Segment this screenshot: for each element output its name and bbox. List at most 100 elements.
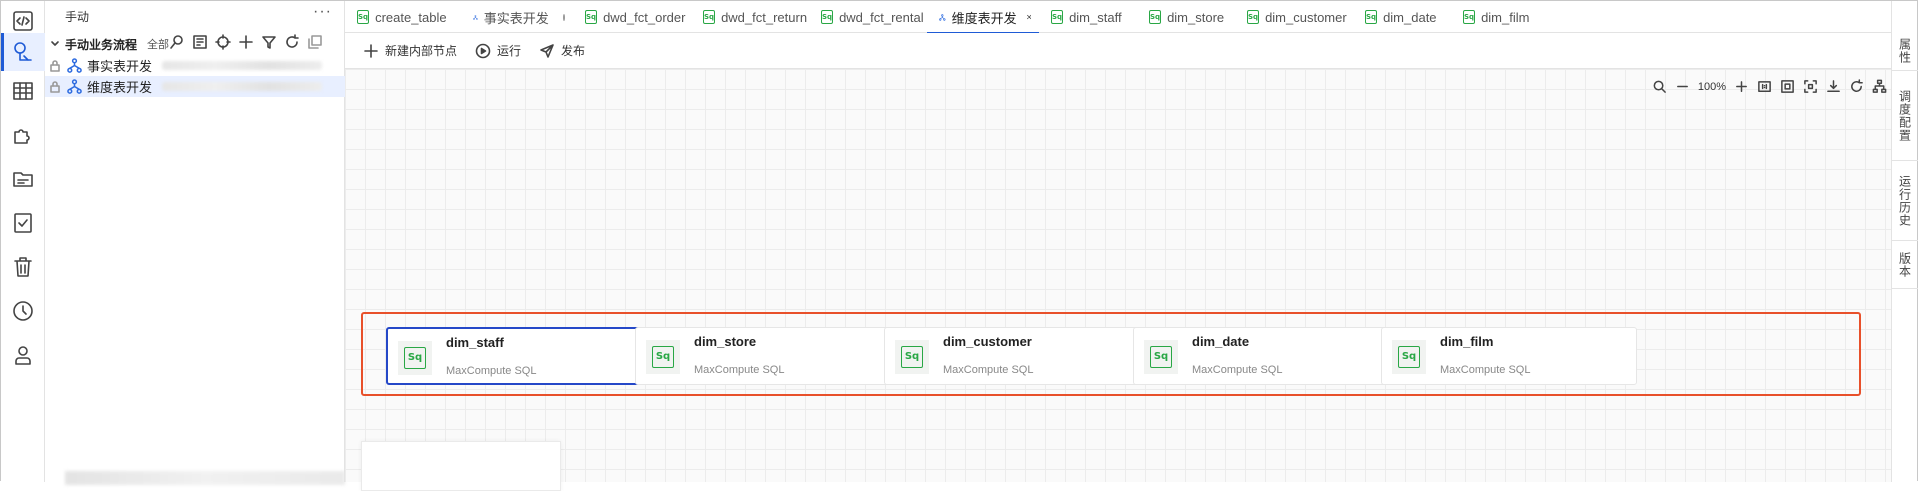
run-button[interactable]: 运行 [475,42,521,59]
zoom-out-icon[interactable] [1675,79,1690,94]
activity-rail [1,1,45,482]
sidebar-title: 手动 [65,10,90,24]
tab-run-history[interactable]: 运行历史 [1892,161,1918,241]
table-icon[interactable] [1,71,45,111]
refresh-icon[interactable] [284,34,300,50]
workflow-icon [939,13,946,21]
tab-5[interactable]: 维度表开发 [927,1,1039,34]
tab-versions-label: 版本 [1897,251,1912,278]
node-icon-box: Sq [1144,340,1178,374]
sql-file-icon: Sq [1051,10,1064,24]
fullscreen-icon[interactable] [1803,79,1818,94]
new-internal-node-button[interactable]: 新建内部节点 [363,42,457,59]
plus-icon[interactable] [238,34,254,50]
folder-icon[interactable] [1,159,45,199]
sidebar-more-button[interactable]: ··· [313,3,332,21]
filter-icon[interactable] [261,34,277,50]
close-icon[interactable] [1026,12,1031,22]
sql-file-icon: Sq [1365,10,1378,24]
sql-file-icon: Sq [1149,10,1162,24]
workflow-toolbar: 新建内部节点 运行 发布 [345,33,1893,69]
checklist-icon[interactable] [1,203,45,243]
manual-task-section-header[interactable] [65,471,345,485]
workflow-node[interactable]: Sq dim_film MaxCompute SQL [1381,327,1637,385]
sidebar-item-label: 事实表开发 [87,59,153,74]
tab-schedule-config[interactable]: 调度配置 [1892,71,1918,161]
tab-10[interactable]: Sq dim_film [1451,1,1549,33]
publish-button[interactable]: 发布 [539,42,585,59]
zoom-in-icon[interactable] [1734,79,1749,94]
tab-9[interactable]: Sq dim_date [1353,1,1451,33]
tab-properties-label: 属性 [1897,37,1912,64]
sidebar-item-fact-workflow[interactable]: 事实表开发 [45,55,345,76]
new-internal-node-label: 新建内部节点 [385,44,458,58]
tab-run-history-label: 运行历史 [1897,174,1912,227]
node-type: MaxCompute SQL [1440,364,1531,376]
tab-label: dwd_fct_return [721,9,808,25]
actual-size-icon[interactable] [1757,79,1772,94]
node-type: MaxCompute SQL [694,364,785,376]
fit-view-icon[interactable] [1780,79,1795,94]
node-name: dim_film [1440,334,1494,349]
chevron-down-icon [51,41,59,46]
sidebar-item-label: 维度表开发 [87,80,153,95]
node-icon-box: Sq [895,340,929,374]
tab-properties[interactable]: 属性 [1892,31,1918,71]
workflow-icon [67,79,82,94]
workflow-canvas[interactable]: 100% Sq dim_staff MaxCompute SQL Sq dim_stor… [345,69,1893,491]
redacted-text [162,61,323,70]
trash-icon[interactable] [1,247,45,287]
tab-3[interactable]: Sq dwd_fct_return [691,1,809,33]
redacted-text [162,82,323,91]
tab-label: dim_store [1167,9,1225,25]
clock-icon[interactable] [1,291,45,331]
data-development-icon[interactable] [1,33,45,71]
tab-label: dwd_fct_rental [839,9,924,25]
refresh-icon[interactable] [1849,79,1864,94]
tab-4[interactable]: Sq dwd_fct_rental [809,1,927,33]
tab-6[interactable]: Sq dim_staff [1039,1,1137,33]
user-icon[interactable] [1,335,45,375]
node-type: MaxCompute SQL [1192,364,1283,376]
search-icon[interactable] [169,34,185,50]
auto-layout-icon[interactable] [1872,79,1887,94]
tab-8[interactable]: Sq dim_customer [1235,1,1353,33]
sql-file-icon: Sq [652,346,674,368]
workflow-node[interactable]: Sq dim_customer MaxCompute SQL [884,327,1140,385]
workflow-icon [473,14,478,20]
search-icon[interactable] [1652,79,1667,94]
workflow-node[interactable]: Sq dim_staff MaxCompute SQL [386,327,642,385]
locate-icon[interactable] [215,34,231,50]
tab-label: dim_staff [1069,9,1122,25]
sql-file-icon: Sq [1398,346,1420,368]
tab-7[interactable]: Sq dim_store [1137,1,1235,33]
node-name: dim_staff [446,335,504,350]
filter-all-label[interactable]: 全部 [147,36,169,52]
sql-file-icon: Sq [821,10,834,24]
node-name: dim_store [694,334,757,349]
sql-file-icon: Sq [703,10,716,24]
sidebar-tools [169,34,323,50]
minimap[interactable] [361,441,561,491]
sql-file-icon: Sq [404,347,426,369]
tab-0[interactable]: Sq create_table [345,1,461,33]
workflow-icon [67,58,82,73]
tab-1[interactable]: 事实表开发 [461,1,573,33]
sql-file-icon: Sq [357,10,370,24]
download-icon[interactable] [1826,79,1841,94]
workflow-node[interactable]: Sq dim_store MaxCompute SQL [635,327,891,385]
puzzle-icon[interactable] [1,115,45,155]
tab-label: dwd_fct_order [603,9,686,25]
tab-label: 维度表开发 [951,10,1017,26]
sql-file-icon: Sq [1150,346,1172,368]
tab-versions[interactable]: 版本 [1892,241,1918,289]
tab-2[interactable]: Sq dwd_fct_order [573,1,691,33]
zoom-level: 100% [1697,80,1726,93]
workflow-sidebar: 手动 ··· 手动业务流程 全部 事实表开发 维度表开发 [45,1,345,485]
document-list-icon[interactable] [192,34,208,50]
tab-label: dim_customer [1265,9,1347,25]
sidebar-item-dimension-workflow[interactable]: 维度表开发 [45,76,345,97]
workflow-node[interactable]: Sq dim_date MaxCompute SQL [1133,327,1389,385]
node-icon-box: Sq [646,340,680,374]
collapse-all-icon[interactable] [307,34,323,50]
